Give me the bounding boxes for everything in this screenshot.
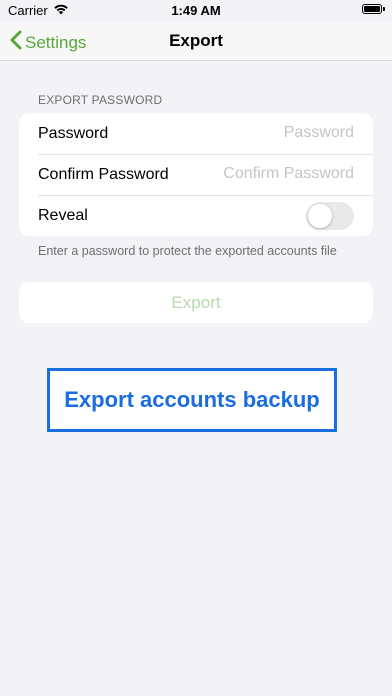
confirm-password-label: Confirm Password — [38, 166, 169, 183]
reveal-row: Reveal — [19, 195, 373, 236]
navigation-bar: Settings Export — [0, 22, 392, 61]
password-form-group: Password Confirm Password Reveal — [19, 113, 373, 236]
confirm-password-row: Confirm Password — [19, 154, 373, 195]
section-header: EXPORT PASSWORD — [38, 93, 163, 107]
promo-caption-box: Export accounts backup — [47, 368, 337, 432]
password-row: Password — [19, 113, 373, 154]
promo-caption: Export accounts backup — [64, 387, 320, 412]
password-label: Password — [38, 125, 109, 142]
status-bar: Carrier 1:49 AM — [0, 0, 392, 22]
toggle-knob — [308, 204, 332, 228]
page-title: Export — [169, 31, 223, 50]
status-time: 1:49 AM — [171, 3, 221, 18]
battery-tip — [383, 7, 385, 11]
confirm-password-input[interactable] — [194, 163, 354, 185]
reveal-toggle[interactable] — [306, 202, 354, 230]
password-input[interactable] — [194, 122, 354, 144]
export-button[interactable]: Export — [19, 282, 373, 323]
section-footer: Enter a password to protect the exported… — [38, 244, 337, 258]
battery-icon — [362, 4, 382, 14]
reveal-label: Reveal — [38, 207, 88, 224]
